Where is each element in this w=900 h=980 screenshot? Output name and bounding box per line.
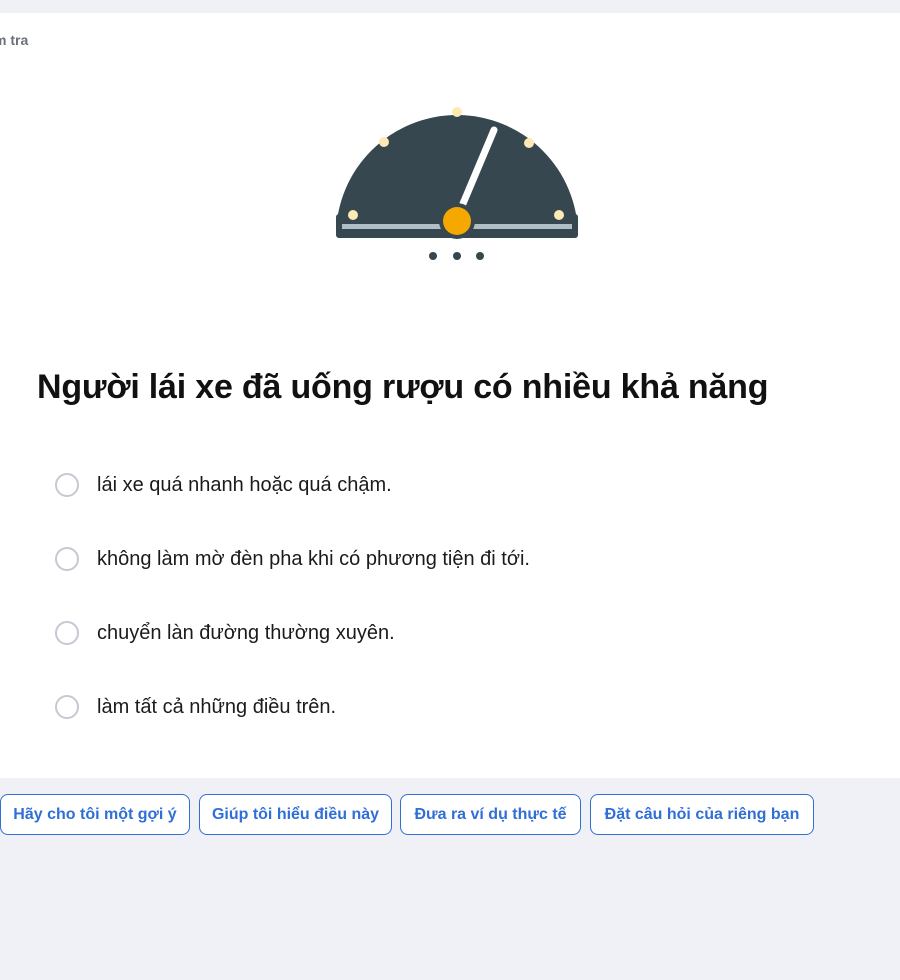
radio-button[interactable] [55, 473, 79, 497]
answer-option-label: chuyển làn đường thường xuyên. [97, 621, 395, 644]
ask-question-button[interactable]: Đặt câu hỏi của riêng bạn [590, 794, 814, 835]
answer-option-3[interactable]: chuyển làn đường thường xuyên. [55, 621, 395, 645]
gauge-dot [524, 138, 534, 148]
gauge-dot [379, 137, 389, 147]
gauge-dot [348, 210, 358, 220]
radio-button[interactable] [55, 695, 79, 719]
answer-option-label: không làm mờ đèn pha khi có phương tiện … [97, 547, 530, 570]
radio-button[interactable] [55, 621, 79, 645]
gauge-dot [452, 107, 462, 117]
answer-option-4[interactable]: làm tất cả những điều trên. [55, 695, 336, 719]
real-example-button[interactable]: Đưa ra ví dụ thực tế [400, 794, 581, 835]
answer-option-label: lái xe quá nhanh hoặc quá chậm. [97, 473, 392, 496]
answer-option-label: làm tất cả những điều trên. [97, 695, 337, 718]
hint-button[interactable]: Hãy cho tôi một gợi ý [0, 794, 190, 835]
breadcrumb: m tra [0, 32, 29, 48]
answer-option-2[interactable]: không làm mờ đèn pha khi có phương tiện … [55, 547, 530, 571]
gauge-dot [554, 210, 564, 220]
progress-dot [453, 252, 461, 260]
progress-dot [476, 252, 484, 260]
radio-button[interactable] [55, 547, 79, 571]
progress-dot [429, 252, 437, 260]
gauge-hub [443, 207, 471, 235]
question-text: Người lái xe đã uống rượu có nhiều khả n… [37, 368, 769, 406]
speedometer-icon [336, 107, 578, 260]
explain-button[interactable]: Giúp tôi hiểu điều này [199, 794, 392, 835]
answer-option-1[interactable]: lái xe quá nhanh hoặc quá chậm. [55, 473, 392, 497]
